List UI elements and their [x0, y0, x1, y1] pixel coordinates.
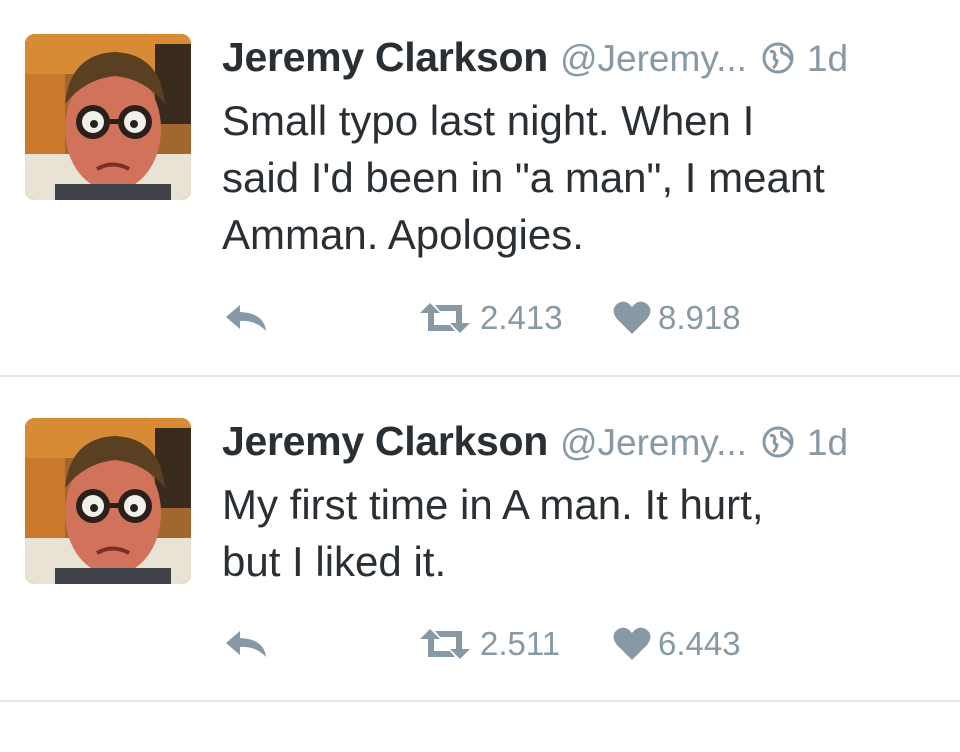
tweet-text: My first time in A man. It hurt, but I l… [222, 481, 764, 585]
like-button[interactable]: 8.918 [612, 296, 741, 340]
divider [0, 700, 960, 702]
timeline: Jeremy Clarkson @Jeremy... 1d Small typo… [0, 0, 960, 703]
tweet-header: Jeremy Clarkson @Jeremy... 1d [222, 34, 940, 86]
tweet-text: Small typo last night. When I said I'd b… [222, 97, 825, 258]
avatar[interactable] [25, 34, 191, 200]
retweet-icon [420, 303, 470, 333]
tweet[interactable]: Jeremy Clarkson @Jeremy... 1d My first t… [0, 376, 960, 752]
heart-icon [613, 627, 651, 660]
globe-icon [761, 41, 795, 75]
like-button[interactable]: 6.443 [612, 622, 741, 666]
profile-photo [25, 418, 191, 584]
retweet-icon [420, 629, 470, 659]
tweet-actions: 2.511 6.443 [222, 622, 822, 666]
reply-button[interactable] [222, 296, 270, 340]
avatar[interactable] [25, 418, 191, 584]
author-handle[interactable]: @Jeremy... [560, 422, 747, 464]
retweet-count: 2.413 [480, 299, 563, 336]
reply-button[interactable] [222, 622, 270, 666]
profile-photo [25, 34, 191, 200]
tweet-header: Jeremy Clarkson @Jeremy... 1d [222, 418, 940, 470]
author-name[interactable]: Jeremy Clarkson [222, 418, 548, 465]
author-name[interactable]: Jeremy Clarkson [222, 34, 548, 81]
tweet-actions: 2.413 8.918 [222, 296, 822, 340]
retweet-button[interactable]: 2.413 [416, 296, 563, 340]
reply-icon [226, 631, 266, 657]
author-handle[interactable]: @Jeremy... [560, 38, 747, 80]
retweet-button[interactable]: 2.511 [416, 622, 560, 666]
like-count: 8.918 [658, 299, 741, 336]
globe-icon [761, 425, 795, 459]
heart-icon [613, 301, 651, 334]
timestamp[interactable]: 1d [807, 38, 848, 80]
retweet-count: 2.511 [480, 625, 561, 662]
like-count: 6.443 [658, 625, 741, 662]
tweet[interactable]: Jeremy Clarkson @Jeremy... 1d Small typo… [0, 0, 960, 376]
timestamp[interactable]: 1d [807, 422, 848, 464]
reply-icon [226, 305, 266, 331]
